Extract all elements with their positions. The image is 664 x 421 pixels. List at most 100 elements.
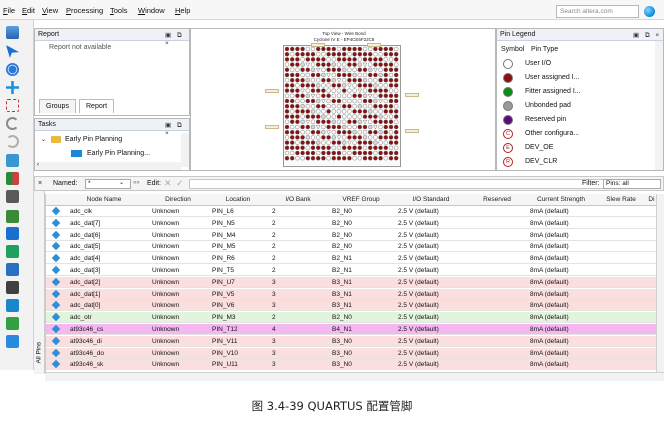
package-pin[interactable] [342,114,347,119]
group-icon[interactable] [6,245,19,258]
package-pin[interactable] [362,51,368,57]
package-pin[interactable] [388,83,394,88]
package-pin[interactable] [393,51,399,57]
package-pin[interactable] [367,98,373,104]
package-pin[interactable] [300,145,305,151]
package-pin[interactable] [347,145,352,151]
package-pin[interactable] [321,104,326,109]
package-pin[interactable] [321,46,326,52]
package-pin[interactable] [300,109,305,114]
power-pin-icon[interactable] [373,68,378,73]
package-pin[interactable] [284,145,290,151]
package-pin[interactable] [310,57,316,62]
package-pin[interactable] [388,67,394,72]
package-pin[interactable] [352,93,357,98]
package-pin[interactable] [300,135,305,140]
package-pin[interactable] [300,51,305,57]
package-pin[interactable] [378,124,383,130]
package-pin[interactable] [393,78,399,83]
package-pin[interactable] [284,51,290,57]
package-pin[interactable] [284,114,290,119]
package-pin[interactable] [289,83,295,88]
package-pin[interactable] [383,78,389,83]
menu-window[interactable]: Window [138,6,165,15]
package-pin[interactable] [393,109,399,114]
package-pin[interactable] [295,150,300,156]
package-pin[interactable] [295,46,300,52]
package-pin[interactable] [352,51,357,57]
package-pin[interactable] [373,98,378,104]
package-pin[interactable] [367,83,373,88]
pin-grid[interactable] [284,46,400,166]
package-pin[interactable] [321,57,326,62]
package-pin[interactable] [316,62,321,67]
package-pin[interactable] [378,135,383,140]
package-pin[interactable] [347,67,352,72]
package-pin[interactable] [336,98,342,104]
vertical-scrollbar[interactable] [656,194,664,372]
col-slew-rate[interactable]: Slew Rate [596,196,646,203]
package-pin[interactable] [373,88,378,93]
package-pin[interactable] [289,114,295,119]
package-pin[interactable] [357,150,363,156]
package-pin[interactable] [326,155,331,161]
package-pin[interactable] [388,140,394,145]
package-pin[interactable] [326,93,331,98]
package-pin[interactable] [295,145,300,151]
package-pin[interactable] [310,135,316,140]
tab-groups[interactable]: Groups [39,99,76,113]
package-pin[interactable] [388,46,394,52]
package-pin[interactable] [367,135,373,140]
package-pin[interactable] [305,109,310,114]
package-pin[interactable] [378,109,383,114]
package-pin[interactable] [336,109,342,114]
package-pin[interactable] [342,124,347,130]
package-pin[interactable] [347,109,352,114]
power-pin-icon[interactable] [373,125,378,130]
package-pin[interactable] [378,78,383,83]
package-pin[interactable] [362,129,368,135]
package-pin[interactable] [378,119,383,125]
package-pin[interactable] [331,78,336,83]
package-pin[interactable] [388,109,394,114]
package-pin[interactable] [284,98,290,104]
package-pin[interactable] [289,78,295,83]
package-pin[interactable] [383,109,389,114]
package-pin[interactable] [284,129,290,135]
package-pin[interactable] [393,88,399,93]
package-pin[interactable] [367,150,373,156]
col-current-strength[interactable]: Current Strength [526,196,596,203]
package-pin[interactable] [352,62,357,67]
named-input[interactable]: * [85,179,131,189]
package-pin[interactable] [393,98,399,104]
package-pin[interactable] [289,72,295,78]
package-pin[interactable] [367,114,373,119]
package-pin[interactable] [331,83,336,88]
package-pin[interactable] [352,135,357,140]
package-pin[interactable] [305,114,310,119]
package-pin[interactable] [300,104,305,109]
package-pin[interactable] [300,129,305,135]
table-row[interactable]: adc_dat[1] Unknown PIN_V5 3 B3_N1 2.5 V (defa… [46,288,656,300]
package-pin[interactable] [388,114,394,119]
package-pin[interactable] [305,145,310,151]
zoom-icon[interactable] [6,63,19,76]
package-pin[interactable] [357,72,363,78]
package-pin[interactable] [362,46,368,52]
package-pin[interactable] [326,88,331,93]
package-pin[interactable] [336,93,342,98]
package-pin[interactable] [331,109,336,114]
package-pin[interactable] [393,150,399,156]
package-pin[interactable] [388,135,394,140]
package-pin[interactable] [342,104,347,109]
package-pin[interactable] [331,62,336,67]
package-pin[interactable] [300,119,305,125]
col-node-name[interactable]: Node Name [60,196,148,203]
package-pin[interactable] [295,98,300,104]
table-row[interactable]: adc_dat[5] Unknown PIN_M5 2 B2_N0 2.5 V (defa… [46,241,656,253]
package-pin[interactable] [367,78,373,83]
package-pin[interactable] [378,67,383,72]
power-pin-icon[interactable] [362,119,368,125]
package-pin[interactable] [373,93,378,98]
package-pin[interactable] [388,51,394,57]
